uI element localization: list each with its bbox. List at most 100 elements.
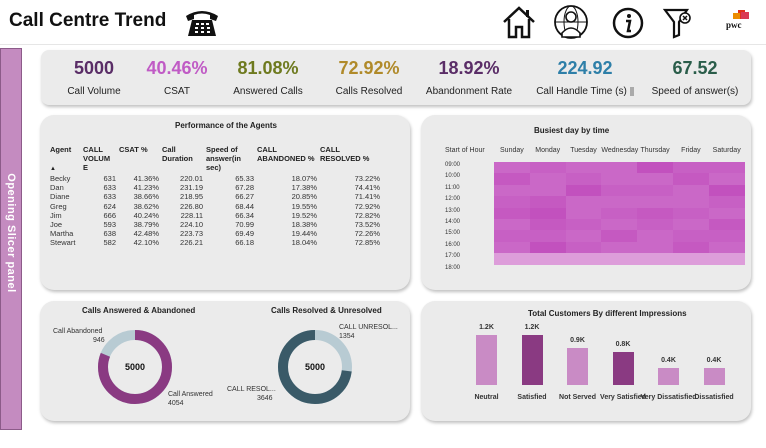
heatmap-cell[interactable]: [708, 230, 745, 242]
heatmap-cell[interactable]: [637, 162, 673, 174]
heatmap-cell[interactable]: [529, 241, 566, 254]
agent-name-cell: Martha: [50, 229, 74, 239]
table-cell: 666: [103, 210, 116, 220]
table-row[interactable]: Greg 624 38.62% 226.80 68.44 19.55% 72.92%: [50, 202, 383, 211]
heatmap-cell[interactable]: [673, 241, 709, 254]
bar[interactable]: [703, 368, 725, 385]
table-row[interactable]: Stewart 582 42.10% 226.21 66.18 18.04% 72.85%: [50, 238, 383, 247]
home-icon[interactable]: [500, 4, 538, 40]
agents-table-body: Becky 631 41.36% 220.01 65.33 18.07% 73.22% Dan…: [50, 174, 383, 248]
bar[interactable]: [658, 368, 679, 385]
heatmap-title: Busiest day by time: [534, 126, 610, 135]
bar[interactable]: [521, 335, 543, 385]
heatmap-cell[interactable]: [529, 230, 566, 242]
heatmap-cell[interactable]: [565, 230, 602, 242]
heatmap-cell[interactable]: [673, 230, 709, 242]
heatmap-cell[interactable]: [601, 184, 638, 197]
info-icon[interactable]: [611, 6, 645, 40]
heatmap-cell[interactable]: [637, 253, 673, 265]
table-row[interactable]: Dan 633 41.23% 231.19 67.28 17.38% 74.41%: [50, 183, 383, 192]
heatmap-cell[interactable]: [565, 219, 602, 231]
kpi-answered-calls: 81.08% Answered Calls: [229, 58, 307, 97]
heatmap-cell[interactable]: [529, 173, 566, 185]
heatmap-cell[interactable]: [708, 196, 745, 208]
agent-globe-icon[interactable]: [551, 3, 591, 41]
heatmap-cell[interactable]: [673, 219, 709, 231]
heatmap-cell[interactable]: [637, 207, 673, 219]
heatmap-cell[interactable]: [673, 162, 709, 174]
heatmap-cell[interactable]: [637, 219, 673, 231]
col-call-volume[interactable]: CALL VOLUM E: [83, 145, 119, 174]
heatmap-cell[interactable]: [565, 207, 602, 219]
heatmap-cell[interactable]: [601, 219, 638, 231]
table-row[interactable]: Diane 633 38.66% 218.95 66.27 20.85% 71.41%: [50, 192, 383, 201]
heatmap-cell[interactable]: [673, 184, 709, 197]
col-csat[interactable]: CSAT %: [119, 145, 162, 174]
heatmap-cell[interactable]: [529, 184, 566, 197]
heatmap-cell[interactable]: [494, 241, 530, 254]
table-row[interactable]: Becky 631 41.36% 220.01 65.33 18.07% 73.22%: [50, 174, 383, 183]
sort-icon[interactable]: ▲: [50, 166, 56, 172]
heatmap-cell[interactable]: [673, 173, 709, 185]
heatmap-cell[interactable]: [673, 196, 709, 208]
label-text: CALL RESOL...: [227, 386, 276, 393]
heatmap-cell[interactable]: [529, 219, 566, 231]
col-agent[interactable]: Agent ▲: [50, 145, 83, 174]
heatmap-cell[interactable]: [601, 196, 638, 208]
heatmap-cell[interactable]: [601, 162, 638, 174]
heatmap-cell[interactable]: [601, 173, 638, 185]
heatmap-cell[interactable]: [708, 173, 745, 185]
heatmap-hour-label: 14:00: [445, 219, 461, 225]
heatmap-cell[interactable]: [494, 196, 530, 208]
heatmap-cell[interactable]: [637, 241, 673, 254]
heatmap-cell[interactable]: [529, 253, 566, 265]
heatmap-cell[interactable]: [673, 207, 709, 219]
bar[interactable]: [567, 347, 588, 385]
table-row[interactable]: Martha 638 42.48% 223.73 69.49 19.44% 72.26%: [50, 229, 383, 238]
table-row[interactable]: Joe 593 38.79% 224.10 70.99 18.38% 73.52%: [50, 220, 383, 229]
heatmap-cell[interactable]: [494, 184, 530, 197]
heatmap-cell[interactable]: [708, 162, 745, 174]
col-speed-of-answer[interactable]: Speed of answer(in sec): [206, 145, 257, 174]
heatmap-cell[interactable]: [673, 253, 709, 265]
heatmap-cell[interactable]: [601, 241, 638, 254]
heatmap-cell[interactable]: [494, 253, 530, 265]
heatmap-cell[interactable]: [637, 196, 673, 208]
heatmap-cell[interactable]: [637, 173, 673, 185]
heatmap-cell[interactable]: [708, 219, 745, 231]
heatmap-cell[interactable]: [708, 184, 745, 197]
heatmap-cell[interactable]: [565, 173, 602, 185]
heatmap-cell[interactable]: [529, 196, 566, 208]
filter-clear-icon[interactable]: [662, 6, 694, 40]
heatmap-day-label: Saturday: [712, 147, 741, 154]
heatmap-cell[interactable]: [494, 173, 530, 185]
heatmap-cell[interactable]: [494, 207, 530, 219]
slicer-panel-toggle[interactable]: Opening Slicer panel: [0, 48, 22, 430]
table-row[interactable]: Jim 666 40.24% 228.11 66.34 19.52% 72.82%: [50, 211, 383, 220]
heatmap-cell[interactable]: [637, 184, 673, 197]
bar[interactable]: [612, 351, 634, 385]
heatmap-cell[interactable]: [708, 253, 745, 265]
col-call-duration[interactable]: Call Duration: [162, 145, 206, 174]
heatmap-cell[interactable]: [601, 207, 638, 219]
heatmap-cell[interactable]: [494, 230, 530, 242]
table-cell: 65.33: [235, 174, 254, 183]
heatmap-cell[interactable]: [565, 162, 602, 174]
heatmap-cell[interactable]: [565, 241, 602, 254]
heatmap-cell[interactable]: [494, 219, 530, 231]
heatmap-cell[interactable]: [565, 196, 602, 208]
heatmap-cell[interactable]: [494, 162, 530, 174]
heatmap-cell[interactable]: [529, 207, 566, 219]
heatmap-cell[interactable]: [637, 230, 673, 242]
heatmap-cell[interactable]: [529, 162, 566, 174]
heatmap-cell[interactable]: [708, 207, 745, 219]
heatmap-cell[interactable]: [601, 230, 638, 242]
heatmap-cell[interactable]: [565, 184, 602, 197]
col-call-abandoned[interactable]: CALL ABANDONED %: [257, 145, 320, 174]
heatmap-cell[interactable]: [708, 241, 745, 254]
kpi-value: 18.92%: [438, 58, 500, 78]
heatmap-cell[interactable]: [601, 253, 638, 265]
heatmap-cell[interactable]: [565, 253, 602, 265]
bar[interactable]: [476, 335, 497, 385]
col-call-resolved[interactable]: CALL RESOLVED %: [320, 145, 383, 174]
